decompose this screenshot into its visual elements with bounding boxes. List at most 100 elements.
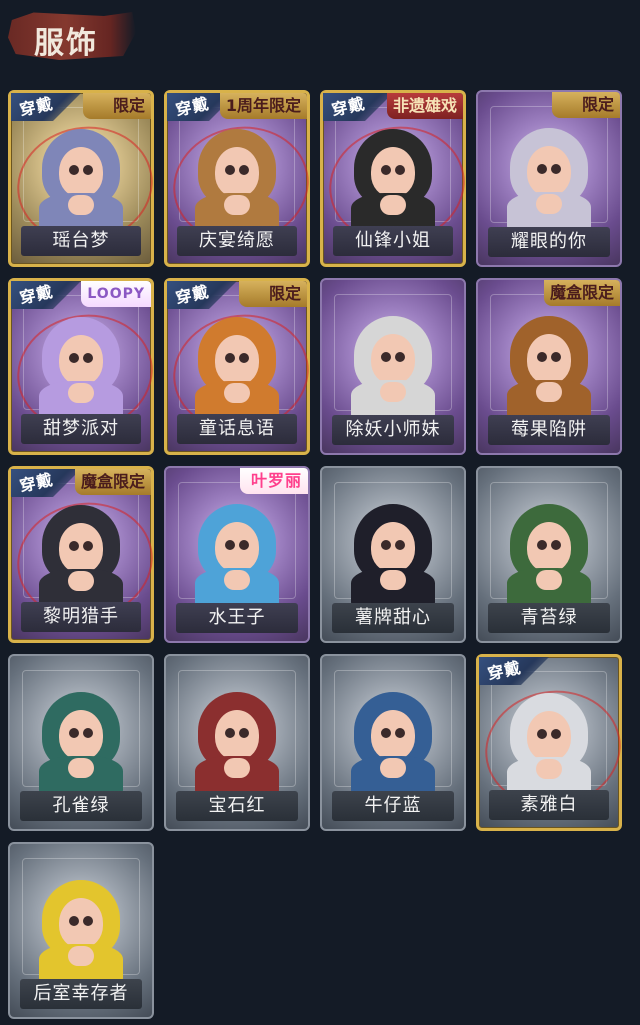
eye-left (69, 165, 79, 175)
eye-left (537, 164, 547, 174)
wear-badge-label: 穿戴 (173, 93, 212, 120)
eye-right (395, 728, 405, 738)
costume-card[interactable]: 穿戴 限定瑶台梦 (7, 90, 163, 267)
name-plate: 仙锋小姐 (333, 226, 453, 256)
character-portrait (189, 119, 285, 231)
costume-name: 黎明猎手 (43, 606, 119, 627)
limited-badge: 非遗雄戏 (386, 93, 463, 119)
costume-name: 瑶台梦 (52, 230, 110, 251)
wear-badge: 穿戴 (323, 93, 393, 121)
face-shape (527, 711, 571, 761)
eye-right (395, 540, 405, 550)
face-shape (371, 147, 415, 197)
character-portrait (501, 683, 597, 795)
wear-badge: 穿戴 (11, 469, 81, 497)
name-plate: 宝石红 (176, 791, 298, 821)
eye-left (69, 916, 79, 926)
costume-card[interactable]: 穿戴 限定 童话息语 (163, 278, 319, 455)
eye-left (225, 540, 235, 550)
costume-card[interactable]: 后室幸存者 (8, 842, 154, 1019)
costume-card[interactable]: 穿戴素雅白 (475, 654, 631, 831)
face-shape (215, 147, 259, 197)
eye-left (69, 353, 79, 363)
limited-badge: 1周年限定 (219, 93, 307, 119)
limited-badge: 叶罗丽 (240, 468, 308, 494)
hands-shape (536, 194, 562, 214)
costume-name: 薯牌甜心 (355, 607, 431, 628)
costume-card[interactable]: 穿戴 魔盒限定 黎明猎手 (7, 466, 163, 643)
character-portrait (189, 682, 285, 794)
costume-card[interactable]: 穿戴 非遗雄戏仙锋小姐 (319, 90, 475, 267)
costume-name: 孔雀绿 (52, 795, 110, 816)
wear-badge: 穿戴 (479, 657, 549, 685)
eye-right (239, 540, 249, 550)
eye-left (381, 352, 391, 362)
face-shape (59, 898, 103, 948)
character-portrait (33, 495, 129, 607)
face-shape (527, 146, 571, 196)
limited-badge: 限定 (83, 93, 151, 119)
name-plate: 薯牌甜心 (332, 603, 454, 633)
costume-name: 童话息语 (199, 418, 275, 439)
face-shape (371, 522, 415, 572)
name-plate: 孔雀绿 (20, 791, 142, 821)
eye-right (551, 540, 561, 550)
costume-grid: 穿戴 限定 瑶台梦 穿戴 1周年限定 庆宴绮愿 穿戴 非遗雄戏 仙锋小姐 限定 耀眼的你 穿戴 LOOP… (0, 0, 640, 1025)
eye-left (225, 353, 235, 363)
costume-name: 素雅白 (520, 794, 578, 815)
hands-shape (68, 383, 94, 403)
eye-right (551, 352, 561, 362)
hands-shape (536, 759, 562, 779)
character-portrait (501, 118, 597, 230)
costume-card[interactable]: 穿戴 LOOPY 甜梦派对 (7, 278, 163, 455)
name-plate: 牛仔蓝 (332, 791, 454, 821)
eye-right (83, 353, 93, 363)
costume-card[interactable]: 除妖小师妹 (320, 278, 466, 455)
face-shape (59, 147, 103, 197)
eye-right (239, 353, 249, 363)
face-shape (59, 335, 103, 385)
costume-card[interactable]: 限定 耀眼的你 (476, 90, 622, 267)
wear-badge: 穿戴 (11, 93, 81, 121)
eye-left (537, 352, 547, 362)
costume-card[interactable]: 牛仔蓝 (320, 654, 466, 831)
costume-card[interactable]: 宝石红 (164, 654, 310, 831)
costume-card[interactable]: 穿戴 1周年限定 庆宴绮愿 (163, 90, 319, 267)
eye-left (537, 540, 547, 550)
face-shape (527, 334, 571, 384)
hands-shape (68, 758, 94, 778)
hands-shape (380, 382, 406, 402)
name-plate: 莓果陷阱 (488, 415, 610, 445)
eye-right (83, 728, 93, 738)
eye-left (381, 165, 391, 175)
hands-shape (380, 758, 406, 778)
eye-left (381, 728, 391, 738)
costume-name: 后室幸存者 (33, 983, 129, 1004)
face-shape (215, 522, 259, 572)
limited-badge: 魔盒限定 (543, 280, 620, 306)
hands-shape (224, 195, 250, 215)
eye-right (83, 916, 93, 926)
costume-card[interactable]: 魔盒限定莓果陷阱 (476, 278, 622, 455)
name-plate: 耀眼的你 (488, 227, 610, 257)
face-shape (371, 334, 415, 384)
eye-right (551, 729, 561, 739)
costume-card[interactable]: 孔雀绿 (8, 654, 154, 831)
costume-card[interactable]: 叶罗丽水王子 (164, 466, 310, 643)
character-portrait (345, 494, 441, 606)
costume-name: 莓果陷阱 (511, 419, 587, 440)
hands-shape (536, 382, 562, 402)
face-shape (527, 522, 571, 572)
name-plate: 水王子 (176, 603, 298, 633)
character-portrait (33, 682, 129, 794)
eye-left (69, 541, 79, 551)
eye-right (551, 164, 561, 174)
costume-card[interactable]: 薯牌甜心 (320, 466, 466, 643)
costume-card[interactable]: 青苔绿 (476, 466, 622, 643)
eye-left (225, 165, 235, 175)
hands-shape (380, 195, 406, 215)
eye-left (381, 540, 391, 550)
wear-badge-label: 穿戴 (485, 657, 524, 684)
wear-badge-label: 穿戴 (17, 281, 56, 308)
hands-shape (68, 195, 94, 215)
